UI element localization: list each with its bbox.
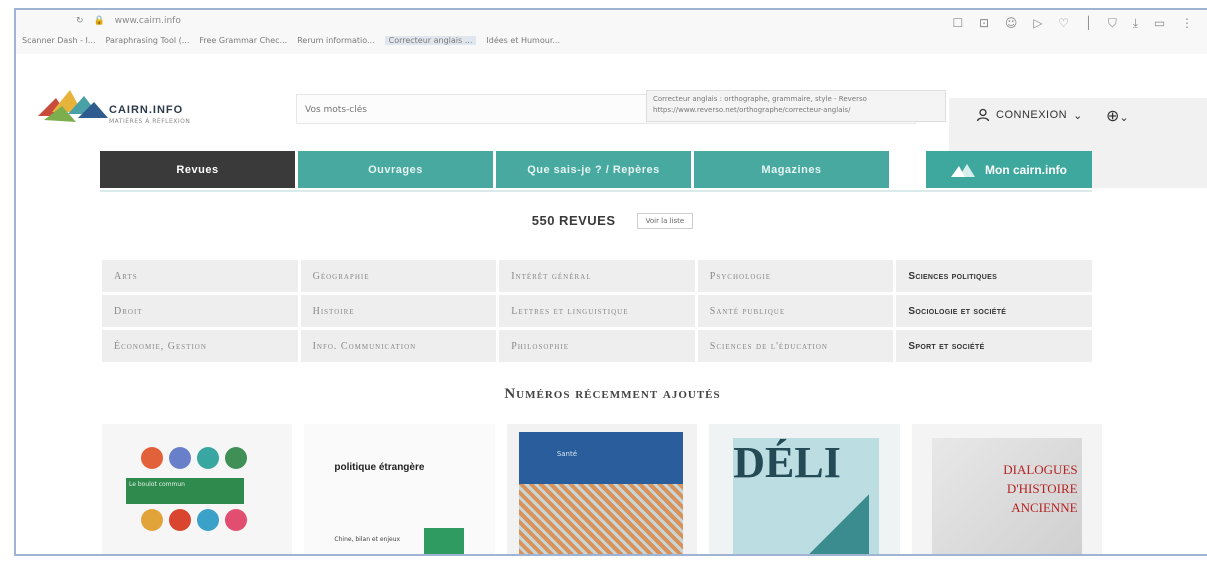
cover-dot [225, 509, 247, 531]
bookmark-item[interactable]: Scanner Dash - I... [22, 36, 96, 45]
discipline-link[interactable]: Économie, Gestion [102, 330, 298, 362]
cover-dot [169, 509, 191, 531]
mountain-icon [951, 163, 975, 177]
cover-title: DÉLI [733, 438, 841, 487]
cover-subtitle: Chine, bilan et enjeux [334, 536, 401, 543]
logo-name[interactable]: CAIRN.INFO [109, 104, 183, 116]
discipline-link[interactable]: Arts [102, 260, 298, 292]
tab-ouvrages[interactable]: Ouvrages [298, 151, 493, 188]
issue-cover[interactable]: Santé [506, 424, 698, 554]
cover-title: DIALOGUES D'HISTOIRE ANCIENNE [1003, 462, 1078, 515]
discipline-link[interactable]: Santé publique [697, 295, 894, 327]
mon-cairn-label: Mon cairn.info [985, 162, 1067, 177]
bookmarks-bar: Scanner Dash - I... Paraphrasing Tool (.… [22, 36, 560, 45]
back-icon[interactable]: ↻ [76, 16, 84, 26]
revues-count-row: 550 REVUES Voir la liste [16, 210, 1207, 229]
discipline-link[interactable]: Histoire [300, 295, 497, 327]
tab-que-sais-je[interactable]: Que sais-je ? / Repères [496, 151, 691, 188]
cover-band: Le boulot commun [126, 478, 244, 504]
link-tooltip: Correcteur anglais : orthographe, gramma… [646, 90, 946, 122]
bookmark-item[interactable]: Free Grammar Chec... [199, 36, 287, 45]
browser-frame: ↻ 🔒 www.cairn.info ☐ ⊡ ☺ ▷ ♡ │ ⛉ ⤓ ▭ ⋮ S… [14, 8, 1207, 556]
cover-dot [197, 447, 219, 469]
cover-graphic [799, 494, 870, 554]
chevron-down-icon: ⌄ [1119, 111, 1129, 124]
globe-icon: ⊕ [1106, 106, 1120, 125]
tooltip-title: Correcteur anglais : orthographe, gramma… [653, 95, 867, 103]
recent-issues-carousel: Le boulot commun politique étrangère Chi… [102, 424, 1103, 554]
search-input[interactable] [297, 95, 607, 125]
logo-tagline: MATIÈRES À RÉFLEXION [109, 118, 191, 125]
discipline-link[interactable]: Philosophie [499, 330, 695, 362]
lock-icon: 🔒 [93, 16, 105, 26]
discipline-link[interactable]: Sciences de l'éducation [697, 330, 894, 362]
cover-title: Santé [556, 450, 578, 458]
revues-count: 550 REVUES [531, 213, 616, 228]
bookmark-item[interactable]: Correcteur anglais ... [384, 36, 477, 45]
cover-graphic [424, 528, 465, 554]
cover-title: politique étrangère [334, 462, 424, 473]
chevron-down-icon: ⌄ [1073, 109, 1083, 122]
discipline-link[interactable]: Géographie [300, 260, 497, 292]
cover-dot [225, 447, 247, 469]
issue-cover[interactable]: DIALOGUES D'HISTOIRE ANCIENNE [911, 424, 1103, 554]
login-label: CONNEXION [996, 109, 1068, 121]
url-text[interactable]: www.cairn.info [115, 16, 181, 26]
language-selector[interactable]: ⊕⌄ [1106, 106, 1129, 125]
issue-cover[interactable]: Le boulot commun [102, 424, 293, 554]
cover-dot [141, 509, 163, 531]
url-bar[interactable]: ↻ 🔒 www.cairn.info [76, 16, 181, 26]
issue-cover[interactable]: DÉLI [709, 424, 900, 554]
recent-issues-title: Numéros récemment ajoutés [504, 386, 721, 402]
cover-dot [141, 447, 163, 469]
discipline-link[interactable]: Lettres et linguistique [499, 295, 695, 327]
discipline-link[interactable]: Psychologie [697, 260, 894, 292]
discipline-link[interactable]: Info. Communication [300, 330, 497, 362]
tab-magazines[interactable]: Magazines [694, 151, 889, 188]
bookmark-item[interactable]: Idées et Humour... [486, 36, 560, 45]
mon-cairn-button[interactable]: Mon cairn.info [926, 151, 1092, 188]
bookmark-item[interactable]: Rerum informatio... [297, 36, 374, 45]
cover-dot [169, 447, 191, 469]
nav-divider [100, 190, 1092, 192]
discipline-link[interactable]: Intérêt général [499, 260, 695, 292]
site-header: CAIRN.INFO MATIÈRES À RÉFLEXION Correcte… [16, 54, 1207, 188]
cover-graphic [518, 484, 683, 554]
cover-title-text: politique étrangère [334, 462, 425, 473]
discipline-link[interactable]: Sport et société [896, 330, 1092, 362]
browser-toolbar: ↻ 🔒 www.cairn.info ☐ ⊡ ☺ ▷ ♡ │ ⛉ ⤓ ▭ ⋮ S… [16, 10, 1207, 54]
tooltip-url: https://www.reverso.net/orthographe/corr… [653, 106, 851, 114]
cairn-logo-icon[interactable] [38, 82, 108, 124]
main-nav: Revues Ouvrages Que sais-je ? / Repères … [100, 151, 892, 188]
cover-dot [197, 509, 219, 531]
user-icon [976, 108, 990, 122]
discipline-link[interactable]: Sociologie et société [896, 295, 1092, 327]
login-button[interactable]: CONNEXION ⌄ [976, 108, 1083, 122]
discipline-grid: Arts Géographie Intérêt général Psycholo… [102, 260, 1092, 362]
issue-cover[interactable]: politique étrangère Chine, bilan et enje… [304, 424, 495, 554]
bookmark-item[interactable]: Paraphrasing Tool (... [106, 36, 190, 45]
discipline-link[interactable]: Sciences politiques [896, 260, 1092, 292]
browser-extension-icons[interactable]: ☐ ⊡ ☺ ▷ ♡ │ ⛉ ⤓ ▭ ⋮ [952, 16, 1199, 31]
discipline-link[interactable]: Droit [102, 295, 298, 327]
view-list-button[interactable]: Voir la liste [636, 212, 694, 229]
tab-revues[interactable]: Revues [100, 151, 295, 188]
